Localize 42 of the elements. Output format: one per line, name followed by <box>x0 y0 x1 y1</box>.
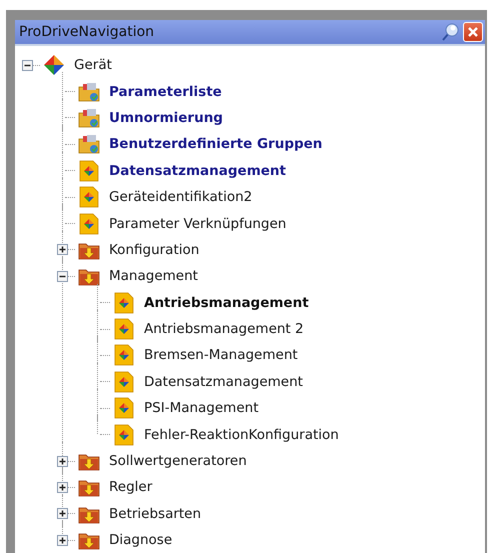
tree-item[interactable]: Fehler-ReaktionKonfiguration <box>144 426 339 443</box>
tree-item[interactable]: Bremsen-Management <box>144 347 298 364</box>
document-icon <box>113 344 135 366</box>
folder-icon <box>78 106 100 129</box>
tree-item[interactable]: Diagnose <box>109 532 172 548</box>
close-button[interactable] <box>463 22 483 42</box>
expand-icon[interactable] <box>56 456 68 467</box>
tree-item[interactable]: Geräteidentifikation2 <box>109 189 252 206</box>
document-icon <box>113 292 135 314</box>
window-title: ProDriveNavigation <box>19 24 156 40</box>
expand-icon[interactable] <box>56 508 68 520</box>
tree-item[interactable]: Datensatzmanagement <box>144 374 303 390</box>
tree-item[interactable]: Management <box>109 268 198 284</box>
document-icon <box>113 318 135 340</box>
folder-icon <box>78 80 100 103</box>
tree-item[interactable]: Benutzerdefinierte Gruppen <box>109 136 322 152</box>
tree-item[interactable]: Regler <box>109 479 152 496</box>
document-icon <box>113 424 135 446</box>
document-icon <box>113 370 135 393</box>
tree-item[interactable]: Gerät <box>74 57 112 74</box>
collapse-icon[interactable] <box>22 60 32 71</box>
tree-item[interactable]: Parameter Verknüpfungen <box>109 216 286 232</box>
expand-icon[interactable] <box>56 482 68 493</box>
tree-item[interactable]: Antriebsmanagement <box>144 294 309 311</box>
tree-item[interactable]: Antriebsmanagement 2 <box>144 321 304 338</box>
tree-item[interactable]: Parameterliste <box>109 84 222 100</box>
document-icon <box>78 212 100 235</box>
document-icon <box>78 186 100 208</box>
tree-item[interactable]: PSI-Management <box>144 400 258 416</box>
document-icon <box>113 397 135 420</box>
close-icon <box>467 26 479 38</box>
expand-icon[interactable] <box>56 244 68 256</box>
folder-icon <box>78 133 100 156</box>
tree-item[interactable]: Sollwertgeneratoren <box>109 453 247 470</box>
tree-item[interactable]: Konfiguration <box>109 242 200 258</box>
expand-icon[interactable] <box>56 534 68 546</box>
collapse-icon[interactable] <box>56 270 68 282</box>
document-icon <box>78 160 100 182</box>
tree-item[interactable]: Betriebsarten <box>109 506 202 522</box>
tree-item[interactable]: Datensatzmanagement <box>109 162 286 179</box>
tree-item[interactable]: Umnormierung <box>109 110 223 126</box>
diamond-icon <box>43 54 65 76</box>
